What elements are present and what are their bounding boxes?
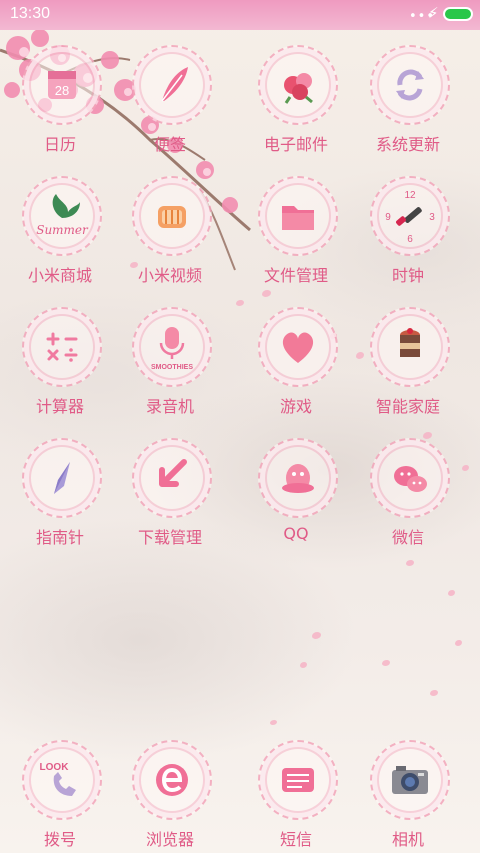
app-label: 智能家庭 [375,397,440,416]
app-calendar[interactable]: 28 日历 [5,45,115,165]
app-label: 录音机 [145,397,194,416]
petal [455,640,462,646]
clock-lipstick-icon: 12 9 3 6 [370,176,450,256]
app-label: 文件管理 [263,266,328,285]
browser-e-icon [132,740,212,820]
svg-text:Summer: Summer [36,223,89,237]
heart-icon [258,307,338,387]
app-clock-lipstick[interactable]: 12 9 3 6 时钟 [353,176,463,296]
compass-icon [22,438,102,518]
battery-icon [443,7,473,21]
svg-text:3: 3 [429,212,435,223]
folder-icon [258,176,338,256]
app-label: 游戏 [279,397,312,416]
app-label: 小米商城 [27,266,92,285]
cake-icon [370,307,450,387]
app-label: 下载管理 [137,528,202,547]
download-arrow-icon [132,438,212,518]
app-label: 系统更新 [375,135,440,154]
app-label: 日历 [43,135,76,154]
app-notes-feather[interactable]: 便签 [115,45,225,165]
petal [406,560,414,566]
microphone-icon: SMOOTHIES [132,307,212,387]
status-time: 13:30 [10,5,51,22]
svg-text:28: 28 [55,83,69,98]
app-label: 便签 [153,135,186,154]
app-wechat-bubbles[interactable]: 微信 [353,438,463,558]
app-calculator[interactable]: 计算器 [5,307,115,427]
app-label: 浏览器 [145,830,194,849]
update-arrows-icon [370,45,450,125]
app-label: 短信 [279,830,312,849]
store-leaf-icon: Summer [22,176,102,256]
wechat-bubbles-icon [370,438,450,518]
email-flower-icon [258,45,338,125]
app-cake[interactable]: 智能家庭 [353,307,463,427]
svg-text:12: 12 [404,190,416,201]
app-label: 计算器 [35,397,84,416]
battery-level [445,9,471,19]
app-label: 指南针 [35,528,84,547]
app-store-leaf[interactable]: Summer 小米商城 [5,176,115,296]
app-download-arrow[interactable]: 下载管理 [115,438,225,558]
app-email-flower[interactable]: 电子邮件 [241,45,351,165]
svg-text:LOOK: LOOK [40,762,70,773]
qq-penguin-icon [258,438,338,518]
petal [430,690,438,696]
app-label: 电子邮件 [263,135,328,154]
charging-bolt-icon: ⚡ [428,4,439,22]
app-phone[interactable]: LOOK 拨号 [5,740,115,853]
app-heart[interactable]: 游戏 [241,307,351,427]
petal [236,300,244,306]
app-label: 相机 [391,830,424,849]
dock-divider [0,733,480,734]
notes-feather-icon [132,45,212,125]
petal [300,662,307,668]
status-bar: 13:30 ••• ⚡ [0,0,480,30]
app-microphone[interactable]: SMOOTHIES 录音机 [115,307,225,427]
app-video-film[interactable]: 小米视频 [115,176,225,296]
home-screen: 13:30 ••• ⚡ 28 日历 便签 电子邮件 系统更新 Summer 小米… [0,0,480,853]
app-message[interactable]: 短信 [241,740,351,853]
app-update-arrows[interactable]: 系统更新 [353,45,463,165]
svg-text:SMOOTHIES: SMOOTHIES [151,364,193,371]
calculator-icon [22,307,102,387]
svg-text:6: 6 [407,234,413,245]
app-compass[interactable]: 指南针 [5,438,115,558]
message-icon [258,740,338,820]
petal [448,590,455,596]
app-qq-penguin[interactable]: QQ [241,438,351,558]
app-folder[interactable]: 文件管理 [241,176,351,296]
app-browser-e[interactable]: 浏览器 [115,740,225,853]
app-camera[interactable]: 相机 [353,740,463,853]
svg-text:9: 9 [385,212,391,223]
camera-icon [370,740,450,820]
app-label: 小米视频 [137,266,202,285]
app-label: QQ [283,524,309,543]
app-label: 时钟 [391,266,424,285]
petal [270,720,277,725]
phone-icon: LOOK [22,740,102,820]
app-label: 拨号 [43,830,76,849]
petal [382,660,390,666]
video-film-icon [132,176,212,256]
calendar-icon: 28 [22,45,102,125]
petal [312,632,321,639]
app-label: 微信 [391,528,424,547]
petal [462,465,469,471]
